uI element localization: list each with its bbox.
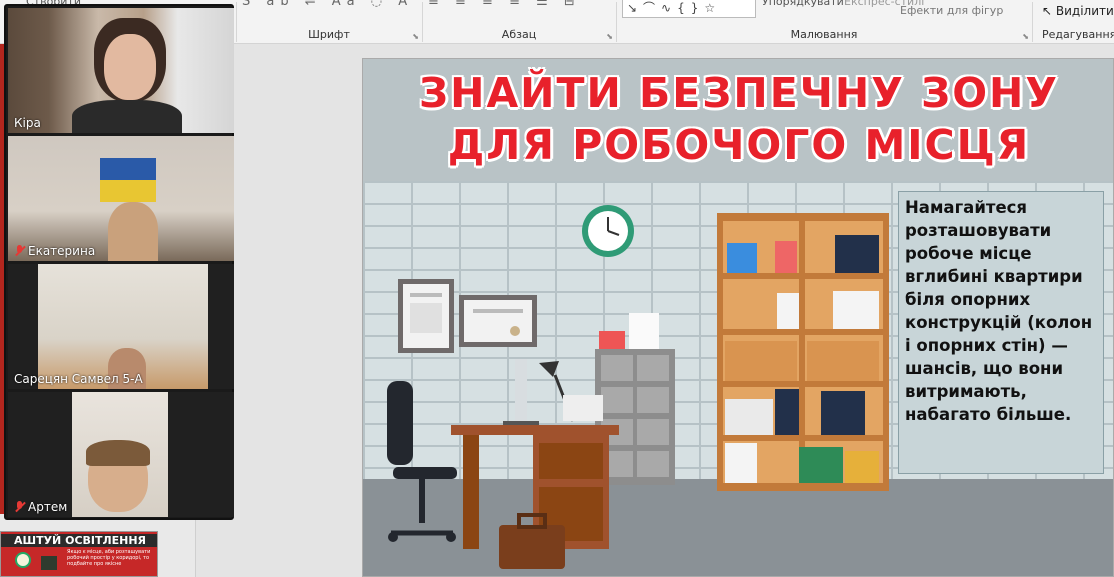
wall-clock-icon [582, 205, 634, 257]
thumbnail-title: АШТУЙ ОСВІТЛЕННЯ [1, 534, 157, 547]
certificate-frame-left [398, 279, 454, 353]
slide-thumbnail-next[interactable]: АШТУЙ ОСВІТЛЕННЯ Якщо є місце, аби розта… [0, 531, 158, 577]
cursor-icon: ↖ [1042, 4, 1053, 18]
thumbnail-snippet: Якщо є місце, аби розташувати робочий пр… [67, 549, 151, 567]
video-call-panel[interactable]: Кіра Екатерина Сарецян Самвел 5-А Артем [4, 4, 234, 520]
slide[interactable]: ЗНАЙТИ БЕЗПЕЧНУ ЗОНУ ДЛЯ РОБОЧОГО МІСЦЯ [362, 58, 1114, 577]
participant-video-hair [86, 440, 150, 466]
select-button[interactable]: ↖ Виділити [1042, 4, 1114, 18]
ukraine-flag-top [100, 158, 156, 180]
drawing-dialog-launcher-icon[interactable]: ⬊ [1022, 32, 1029, 41]
ribbon-group-paragraph: ≡ ≡ ≡ ≡ ☰ ⊟ Абзац ⬊ [422, 0, 616, 44]
shape-effects-button[interactable]: Ефекти для фігур [900, 4, 1003, 17]
participant-name: Екатерина [14, 244, 95, 258]
ribbon-group-drawing: ↘⌒∿{}☆ Упорядкувати Експрес-стилі Ефекти… [616, 0, 1032, 44]
ribbon-group-font: S ab ⇌ Aa ◌ A Шрифт ⬊ [236, 0, 422, 44]
participant-tile[interactable]: Артем [8, 392, 234, 517]
safety-tip-text: Намагайтеся розташовувати робоче місце в… [905, 198, 1093, 424]
select-label: Виділити [1055, 4, 1114, 18]
participant-video-person [108, 202, 158, 261]
participant-tile[interactable]: Сарецян Самвел 5-А [8, 264, 234, 389]
participant-tile[interactable]: Екатерина [8, 136, 234, 261]
participant-video-face [104, 34, 156, 100]
participant-name: Кіра [14, 116, 41, 130]
paper-stack [629, 313, 659, 349]
font-group-label: Шрифт [308, 28, 350, 41]
certificate-frame-right [459, 295, 537, 347]
participant-name: Сарецян Самвел 5-А [14, 372, 143, 386]
ribbon-group-editing: ↖ Виділити Редагування [1032, 0, 1114, 44]
font-dialog-launcher-icon[interactable]: ⬊ [412, 32, 419, 41]
font-tools-icons[interactable]: S ab ⇌ Aa ◌ A [242, 0, 413, 9]
participant-name: Артем [14, 500, 67, 514]
bookshelf [717, 213, 889, 491]
align-icons[interactable]: ≡ ≡ ≡ ≡ ☰ ⊟ [428, 0, 581, 9]
paragraph-group-label: Абзац [501, 28, 537, 41]
muted-mic-icon [14, 501, 25, 513]
muted-mic-icon [14, 245, 25, 257]
book-stack [599, 331, 625, 349]
office-chair [387, 381, 457, 542]
shapes-gallery[interactable]: ↘⌒∿{}☆ [622, 0, 756, 18]
participant-video-body [72, 100, 182, 133]
thumbnail-picture [41, 556, 57, 570]
safety-tip-textbox[interactable]: Намагайтеся розташовувати робоче місце в… [898, 191, 1104, 474]
books-on-desk [563, 395, 603, 421]
participant-tile[interactable]: Кіра [8, 8, 234, 133]
paragraph-dialog-launcher-icon[interactable]: ⬊ [606, 32, 613, 41]
ukraine-flag-bottom [100, 180, 156, 202]
powerpoint-window: Створити S ab ⇌ Aa ◌ A Шрифт ⬊ ≡ ≡ ≡ ≡ ☰… [0, 0, 1114, 577]
arrange-button[interactable]: Упорядкувати [762, 0, 844, 8]
monitor [515, 359, 527, 425]
drawing-group-label: Малювання [790, 28, 858, 41]
editing-group-label: Редагування [1042, 28, 1114, 41]
thumbnail-clock-icon [15, 552, 31, 568]
